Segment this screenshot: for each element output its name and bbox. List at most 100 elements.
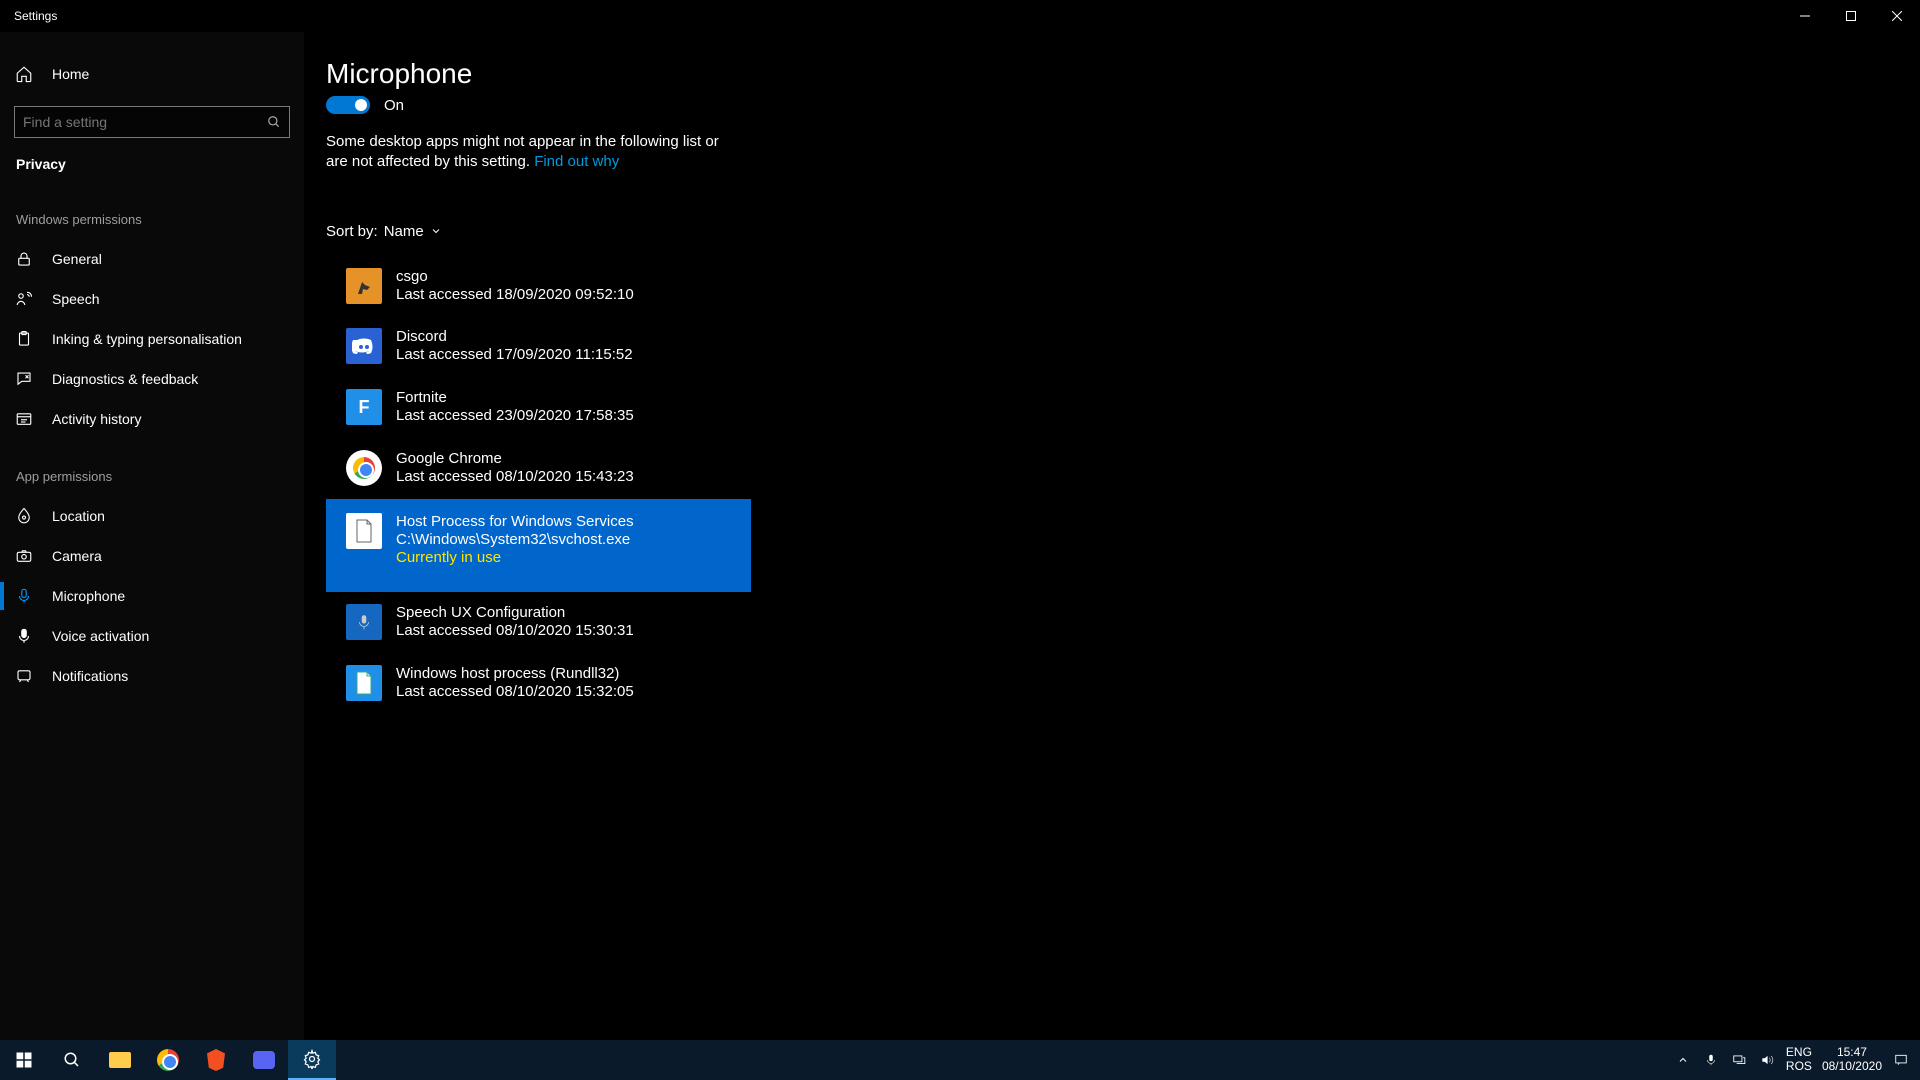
app-name: Google Chrome bbox=[396, 450, 634, 468]
sidebar-item-label: Diagnostics & feedback bbox=[52, 371, 198, 387]
taskbar: ENG ROS 15:47 08/10/2020 bbox=[0, 1040, 1920, 1080]
app-row[interactable]: F Fortnite Last accessed 23/09/2020 17:5… bbox=[326, 377, 751, 438]
sort-label: Sort by: bbox=[326, 223, 378, 240]
speech-ux-icon bbox=[346, 604, 382, 640]
page-title: Microphone bbox=[326, 58, 1920, 90]
tray-clock[interactable]: 15:47 08/10/2020 bbox=[1822, 1046, 1882, 1074]
chrome-icon bbox=[346, 450, 382, 486]
search-input[interactable] bbox=[23, 114, 267, 130]
taskbar-search[interactable] bbox=[48, 1040, 96, 1080]
notifications-icon bbox=[14, 667, 34, 685]
sidebar-section-windows: Windows permissions bbox=[0, 200, 304, 239]
sidebar-item-label: Inking & typing personalisation bbox=[52, 331, 242, 347]
history-icon bbox=[14, 410, 34, 428]
sidebar-item-camera[interactable]: Camera bbox=[0, 536, 304, 576]
app-detail: Last accessed 18/09/2020 09:52:10 bbox=[396, 286, 634, 305]
tray-chevron-icon[interactable] bbox=[1674, 1040, 1692, 1080]
sidebar-home[interactable]: Home bbox=[0, 54, 304, 94]
content: Microphone On Some desktop apps might no… bbox=[304, 32, 1920, 1040]
sidebar-item-microphone[interactable]: Microphone bbox=[0, 576, 304, 616]
sidebar-item-label: Speech bbox=[52, 291, 99, 307]
find-out-why-link[interactable]: Find out why bbox=[534, 153, 619, 170]
taskbar-explorer[interactable] bbox=[96, 1040, 144, 1080]
sidebar-item-activity[interactable]: Activity history bbox=[0, 399, 304, 439]
app-detail: Last accessed 23/09/2020 17:58:35 bbox=[396, 407, 634, 426]
clipboard-icon bbox=[14, 330, 34, 348]
system-tray: ENG ROS 15:47 08/10/2020 bbox=[1674, 1040, 1920, 1080]
app-row[interactable]: Google Chrome Last accessed 08/10/2020 1… bbox=[326, 438, 751, 499]
sidebar-item-general[interactable]: General bbox=[0, 239, 304, 279]
tray-volume-icon[interactable] bbox=[1758, 1040, 1776, 1080]
app-name: Host Process for Windows Services bbox=[396, 513, 634, 531]
tray-action-center-icon[interactable] bbox=[1892, 1040, 1910, 1080]
sort-dropdown[interactable]: Sort by: Name bbox=[326, 223, 1920, 240]
start-button[interactable] bbox=[0, 1040, 48, 1080]
file-icon bbox=[346, 665, 382, 701]
toggle-state: On bbox=[384, 97, 404, 114]
app-detail: Last accessed 08/10/2020 15:30:31 bbox=[396, 622, 634, 641]
search-input-wrapper[interactable] bbox=[14, 106, 290, 138]
sidebar-item-label: Voice activation bbox=[52, 628, 149, 644]
sidebar-item-speech[interactable]: Speech bbox=[0, 279, 304, 319]
voice-icon bbox=[14, 627, 34, 645]
lock-icon bbox=[14, 250, 34, 268]
taskbar-chrome[interactable] bbox=[144, 1040, 192, 1080]
description: Some desktop apps might not appear in th… bbox=[326, 132, 726, 173]
sidebar: Home Privacy Windows permissions General… bbox=[0, 32, 304, 1040]
tray-network-icon[interactable] bbox=[1730, 1040, 1748, 1080]
speech-icon bbox=[14, 290, 34, 308]
camera-icon bbox=[14, 547, 34, 565]
app-name: Discord bbox=[396, 328, 633, 346]
app-detail: Last accessed 17/09/2020 11:15:52 bbox=[396, 346, 633, 365]
sidebar-item-location[interactable]: Location bbox=[0, 496, 304, 536]
sidebar-item-label: Notifications bbox=[52, 668, 128, 684]
csgo-icon bbox=[346, 268, 382, 304]
feedback-icon bbox=[14, 370, 34, 388]
microphone-toggle[interactable] bbox=[326, 96, 370, 114]
file-icon bbox=[346, 513, 382, 549]
search-icon bbox=[267, 115, 281, 129]
titlebar: Settings bbox=[0, 0, 1920, 32]
app-row[interactable]: Discord Last accessed 17/09/2020 11:15:5… bbox=[326, 316, 751, 377]
app-row[interactable]: csgo Last accessed 18/09/2020 09:52:10 bbox=[326, 256, 751, 317]
discord-icon bbox=[346, 328, 382, 364]
app-list: csgo Last accessed 18/09/2020 09:52:10 D… bbox=[326, 256, 751, 714]
sidebar-item-diagnostics[interactable]: Diagnostics & feedback bbox=[0, 359, 304, 399]
minimize-button[interactable] bbox=[1782, 0, 1828, 32]
fortnite-icon: F bbox=[346, 389, 382, 425]
taskbar-settings[interactable] bbox=[288, 1040, 336, 1080]
app-status: Currently in use bbox=[396, 549, 634, 568]
titlebar-title: Settings bbox=[14, 9, 57, 23]
taskbar-discord[interactable] bbox=[240, 1040, 288, 1080]
sidebar-item-label: General bbox=[52, 251, 102, 267]
sort-value: Name bbox=[384, 223, 424, 240]
app-detail: C:\Windows\System32\svchost.exe bbox=[396, 531, 634, 550]
tray-mic-icon[interactable] bbox=[1702, 1040, 1720, 1080]
sidebar-item-label: Camera bbox=[52, 548, 102, 564]
app-name: Speech UX Configuration bbox=[396, 604, 634, 622]
app-name: Fortnite bbox=[396, 389, 634, 407]
tray-language[interactable]: ENG ROS bbox=[1786, 1046, 1812, 1074]
sidebar-item-voice[interactable]: Voice activation bbox=[0, 616, 304, 656]
app-row-selected[interactable]: Host Process for Windows Services C:\Win… bbox=[326, 499, 751, 593]
taskbar-brave[interactable] bbox=[192, 1040, 240, 1080]
app-detail: Last accessed 08/10/2020 15:43:23 bbox=[396, 468, 634, 487]
app-detail: Last accessed 08/10/2020 15:32:05 bbox=[396, 683, 634, 702]
sidebar-home-label: Home bbox=[52, 66, 89, 82]
home-icon bbox=[14, 65, 34, 83]
maximize-button[interactable] bbox=[1828, 0, 1874, 32]
app-name: csgo bbox=[396, 268, 634, 286]
sidebar-section-app: App permissions bbox=[0, 457, 304, 496]
sidebar-header: Privacy bbox=[0, 142, 304, 182]
close-button[interactable] bbox=[1874, 0, 1920, 32]
sidebar-item-inking[interactable]: Inking & typing personalisation bbox=[0, 319, 304, 359]
microphone-icon bbox=[14, 587, 34, 605]
location-icon bbox=[14, 507, 34, 525]
sidebar-item-label: Location bbox=[52, 508, 105, 524]
app-name: Windows host process (Rundll32) bbox=[396, 665, 634, 683]
sidebar-item-notifications[interactable]: Notifications bbox=[0, 656, 304, 696]
app-row[interactable]: Windows host process (Rundll32) Last acc… bbox=[326, 653, 751, 714]
app-row[interactable]: Speech UX Configuration Last accessed 08… bbox=[326, 592, 751, 653]
sidebar-item-label: Activity history bbox=[52, 411, 141, 427]
chevron-down-icon bbox=[430, 225, 442, 237]
